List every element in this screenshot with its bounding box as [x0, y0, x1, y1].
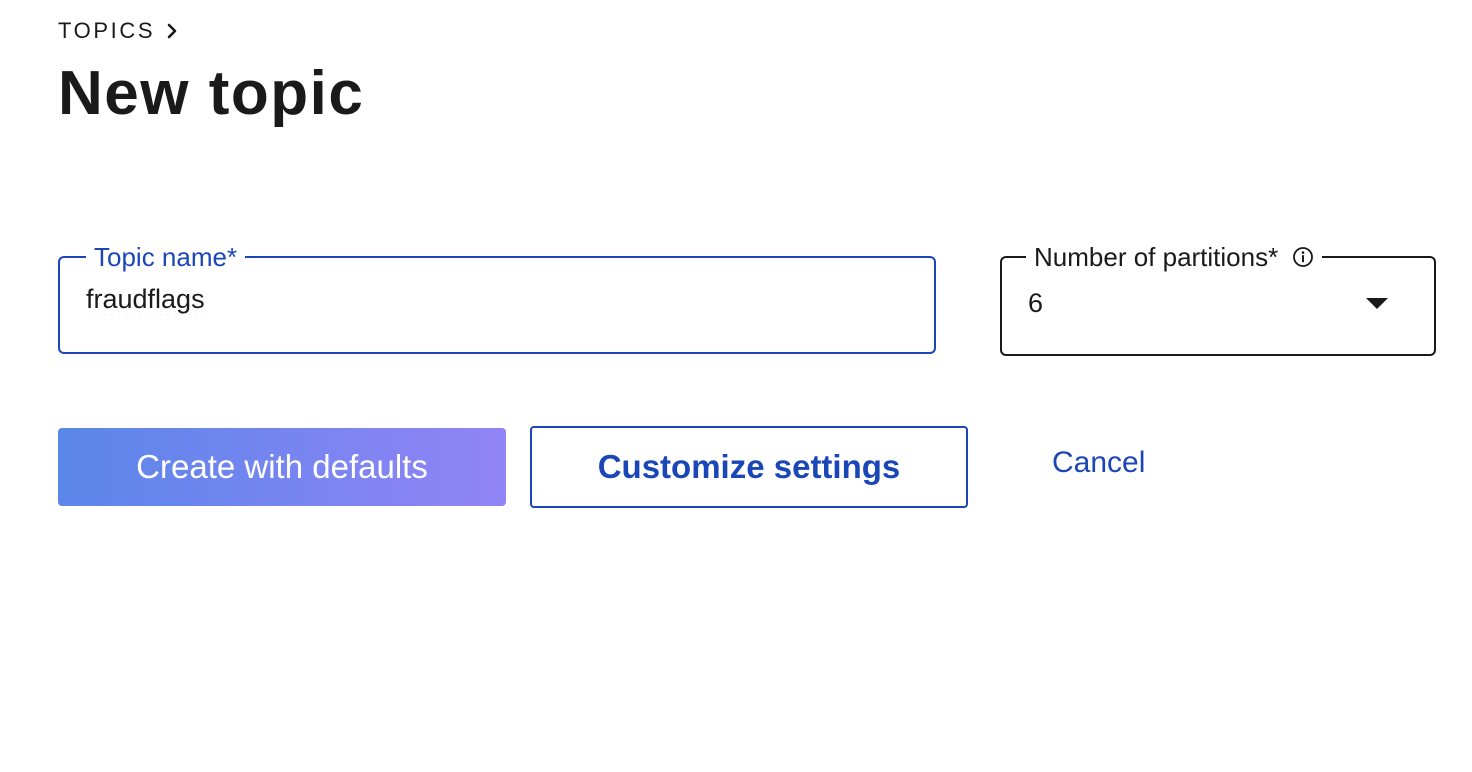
topic-name-label: Topic name*: [86, 242, 246, 272]
topic-name-input[interactable]: [86, 284, 886, 315]
partitions-label-text: Number of partitions*: [1034, 242, 1279, 272]
chevron-right-icon: [165, 21, 179, 41]
breadcrumb-topics-link[interactable]: TOPICS: [58, 18, 155, 44]
cancel-link[interactable]: Cancel: [1052, 446, 1145, 480]
topic-name-label-text: Topic name*: [94, 242, 238, 272]
page-title: New topic: [58, 59, 365, 128]
dropdown-arrow-icon[interactable]: [1366, 298, 1388, 309]
partitions-label: Number of partitions*: [1026, 242, 1323, 272]
partitions-select[interactable]: Number of partitions* 6: [1000, 242, 1436, 356]
breadcrumb: TOPICS: [58, 18, 179, 44]
customize-settings-button[interactable]: Customize settings: [530, 426, 968, 508]
info-icon[interactable]: [1292, 246, 1314, 268]
new-topic-page: TOPICS New topic Topic name* Number of p…: [0, 0, 1472, 772]
partitions-selected-value: 6: [1028, 288, 1044, 318]
topic-name-field[interactable]: Topic name*: [58, 242, 936, 354]
create-with-defaults-button[interactable]: Create with defaults: [58, 428, 506, 506]
